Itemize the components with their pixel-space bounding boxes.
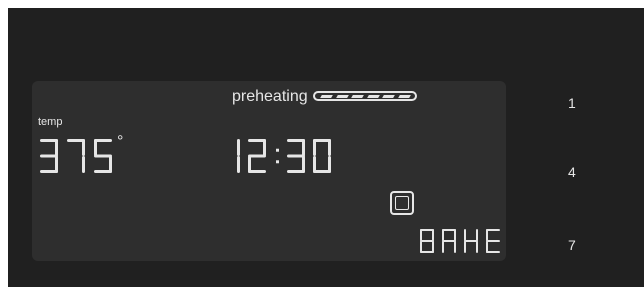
preheating-label: preheating	[232, 88, 308, 105]
key-1[interactable]: 1	[568, 95, 576, 111]
key-7[interactable]: 7	[568, 237, 576, 253]
degree-symbol: °	[117, 133, 124, 150]
preheat-progress-bar	[313, 91, 417, 101]
oven-screen: preheating temp ° 1 4 7	[8, 8, 644, 287]
oven-display-panel: preheating temp °	[32, 81, 506, 261]
temp-label: temp	[38, 116, 63, 128]
temperature-readout	[40, 139, 150, 179]
timer-readout	[222, 139, 342, 179]
mode-readout	[420, 229, 510, 259]
key-4[interactable]: 4	[568, 164, 576, 180]
keypad: 1 4 7	[568, 8, 598, 287]
oven-icon	[390, 191, 414, 215]
